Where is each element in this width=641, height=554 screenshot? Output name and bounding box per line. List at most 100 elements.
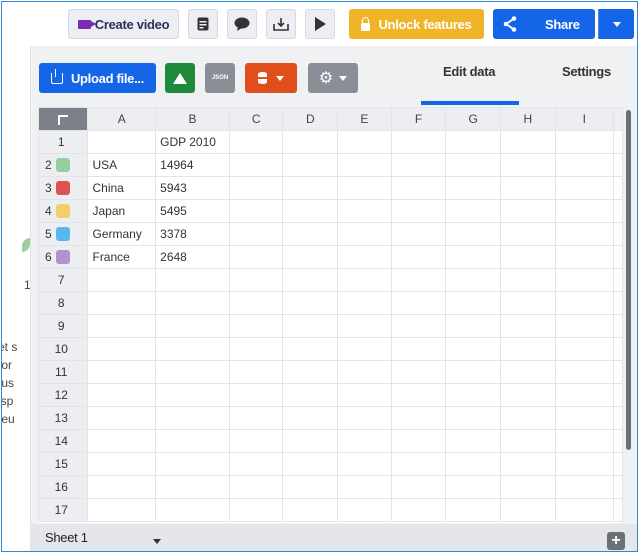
grid-cell[interactable] bbox=[228, 475, 284, 499]
grid-cell[interactable] bbox=[445, 452, 501, 476]
grid-cell[interactable] bbox=[445, 429, 501, 453]
grid-cell[interactable] bbox=[613, 452, 623, 476]
grid-cell[interactable] bbox=[554, 153, 615, 177]
grid-cell[interactable] bbox=[390, 314, 447, 338]
grid-cell[interactable] bbox=[445, 337, 501, 361]
grid-cell[interactable] bbox=[337, 245, 392, 269]
grid-cell[interactable] bbox=[390, 153, 447, 177]
json-button[interactable]: JSON bbox=[205, 63, 235, 93]
create-video-button[interactable]: Create video bbox=[68, 9, 179, 39]
column-header[interactable]: I bbox=[554, 107, 615, 131]
column-header[interactable]: E bbox=[337, 107, 392, 131]
grid-cell[interactable] bbox=[613, 475, 623, 499]
grid-cell[interactable] bbox=[390, 199, 447, 223]
grid-cell[interactable] bbox=[228, 245, 284, 269]
grid-cell[interactable] bbox=[155, 383, 230, 407]
grid-cell[interactable] bbox=[282, 245, 339, 269]
grid-cell[interactable] bbox=[390, 406, 447, 430]
grid-cell[interactable] bbox=[499, 176, 556, 200]
grid-cell[interactable]: 2648 bbox=[155, 245, 230, 269]
grid-cell[interactable] bbox=[613, 291, 623, 315]
grid-cell[interactable] bbox=[554, 245, 615, 269]
grid-cell[interactable] bbox=[554, 268, 615, 292]
grid-cell[interactable] bbox=[87, 498, 157, 522]
row-header[interactable]: 16 bbox=[38, 475, 89, 499]
grid-cell[interactable] bbox=[554, 222, 615, 246]
grid-cell[interactable] bbox=[554, 360, 615, 384]
grid-cell[interactable] bbox=[499, 291, 556, 315]
grid-cell[interactable]: China bbox=[87, 176, 157, 200]
grid-cell[interactable] bbox=[554, 383, 615, 407]
row-header[interactable]: 14 bbox=[38, 429, 89, 453]
grid-cell[interactable] bbox=[228, 452, 284, 476]
grid-cell[interactable] bbox=[499, 337, 556, 361]
grid-cell[interactable] bbox=[554, 452, 615, 476]
grid-cell[interactable] bbox=[613, 268, 623, 292]
series-color-swatch[interactable] bbox=[55, 204, 70, 219]
grid-cell[interactable] bbox=[337, 176, 392, 200]
grid-cell[interactable] bbox=[390, 337, 447, 361]
grid-cell[interactable] bbox=[228, 429, 284, 453]
grid-cell[interactable] bbox=[613, 360, 623, 384]
grid-cell[interactable]: 5495 bbox=[155, 199, 230, 223]
upload-file-button[interactable]: Upload file... bbox=[39, 63, 156, 93]
grid-cell[interactable] bbox=[155, 337, 230, 361]
grid-cell[interactable] bbox=[390, 429, 447, 453]
grid-cell[interactable] bbox=[390, 475, 447, 499]
column-header[interactable]: D bbox=[282, 107, 339, 131]
grid-cell[interactable] bbox=[499, 452, 556, 476]
row-header[interactable]: 3 bbox=[38, 176, 89, 200]
grid-cell[interactable] bbox=[613, 337, 623, 361]
grid-cell[interactable] bbox=[87, 337, 157, 361]
grid-cell[interactable] bbox=[228, 176, 284, 200]
grid-cell[interactable] bbox=[155, 475, 230, 499]
grid-cell[interactable]: Japan bbox=[87, 199, 157, 223]
grid-cell[interactable] bbox=[499, 245, 556, 269]
grid-cell[interactable] bbox=[613, 406, 623, 430]
grid-cell[interactable] bbox=[337, 199, 392, 223]
row-header[interactable]: 10 bbox=[38, 337, 89, 361]
grid-cell[interactable] bbox=[445, 314, 501, 338]
series-color-swatch[interactable] bbox=[55, 250, 70, 265]
row-header[interactable]: 13 bbox=[38, 406, 89, 430]
grid-cell[interactable] bbox=[337, 498, 392, 522]
grid-cell[interactable] bbox=[155, 360, 230, 384]
grid-cell[interactable] bbox=[87, 360, 157, 384]
row-header[interactable]: 9 bbox=[38, 314, 89, 338]
grid-cell[interactable] bbox=[390, 383, 447, 407]
grid-cell[interactable] bbox=[87, 429, 157, 453]
grid-cell[interactable] bbox=[87, 291, 157, 315]
grid-cell[interactable] bbox=[445, 199, 501, 223]
grid-cell[interactable] bbox=[337, 153, 392, 177]
grid-cell[interactable] bbox=[390, 268, 447, 292]
grid-cell[interactable] bbox=[613, 498, 623, 522]
tab-edit-data[interactable]: Edit data bbox=[443, 64, 496, 79]
grid-cell[interactable] bbox=[155, 429, 230, 453]
play-button[interactable] bbox=[305, 9, 335, 39]
grid-cell[interactable] bbox=[445, 360, 501, 384]
grid-cell[interactable] bbox=[499, 268, 556, 292]
grid-cell[interactable] bbox=[499, 498, 556, 522]
grid-cell[interactable] bbox=[445, 268, 501, 292]
grid-cell[interactable]: Germany bbox=[87, 222, 157, 246]
series-color-swatch[interactable] bbox=[55, 181, 70, 196]
grid-cell[interactable] bbox=[390, 222, 447, 246]
grid-cell[interactable] bbox=[337, 337, 392, 361]
grid-cell[interactable] bbox=[499, 429, 556, 453]
grid-cell[interactable] bbox=[613, 199, 623, 223]
row-header[interactable]: 2 bbox=[38, 153, 89, 177]
grid-cell[interactable] bbox=[445, 176, 501, 200]
notes-button[interactable] bbox=[188, 9, 218, 39]
grid-cell[interactable] bbox=[228, 337, 284, 361]
grid-cell[interactable] bbox=[87, 406, 157, 430]
grid-cell[interactable] bbox=[390, 245, 447, 269]
grid-cell[interactable] bbox=[337, 291, 392, 315]
grid-cell[interactable] bbox=[613, 130, 623, 154]
grid-cell[interactable] bbox=[282, 314, 339, 338]
grid-cell[interactable] bbox=[554, 337, 615, 361]
grid-cell[interactable] bbox=[390, 452, 447, 476]
row-header[interactable]: 11 bbox=[38, 360, 89, 384]
grid-cell[interactable] bbox=[282, 429, 339, 453]
grid-cell[interactable] bbox=[228, 498, 284, 522]
grid-cell[interactable] bbox=[445, 130, 501, 154]
